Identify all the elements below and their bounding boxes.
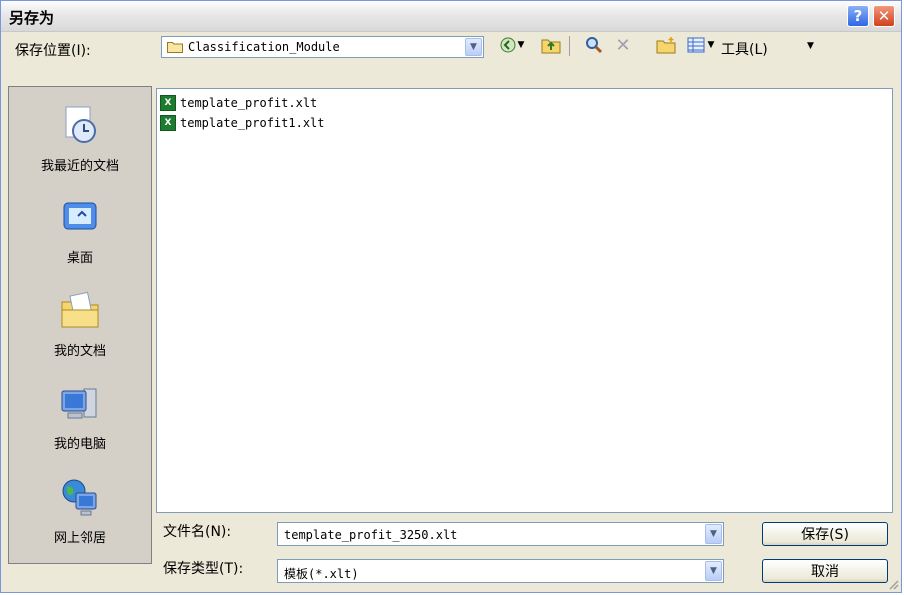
place-label: 我最近的文档 bbox=[40, 159, 119, 174]
tools-menu[interactable]: 工具(L) bbox=[721, 39, 768, 59]
place-label: 我的电脑 bbox=[53, 437, 106, 452]
place-network[interactable]: 网上邻居 bbox=[9, 469, 151, 559]
filename-input[interactable]: template_profit_3250.xlt bbox=[284, 528, 457, 542]
place-desktop[interactable]: 桌面 bbox=[9, 189, 151, 279]
file-item[interactable]: X template_profit1.xlt bbox=[160, 114, 325, 132]
place-label: 网上邻居 bbox=[53, 531, 106, 546]
file-name: template_profit.xlt bbox=[180, 96, 318, 110]
close-button[interactable]: ✕ bbox=[873, 5, 895, 27]
title-bar[interactable]: 另存为 ? ✕ bbox=[1, 1, 901, 32]
filename-combo[interactable]: template_profit_3250.xlt ▼ bbox=[277, 522, 724, 546]
toolbar-divider bbox=[569, 36, 570, 56]
places-bar: 我最近的文档 桌面 我的文档 我的电脑 网上邻居 bbox=[8, 86, 152, 564]
save-location-combo[interactable]: Classification_Module ▼ bbox=[161, 36, 484, 58]
place-my-computer[interactable]: 我的电脑 bbox=[9, 375, 151, 465]
filename-label: 文件名(N): bbox=[163, 524, 232, 540]
recent-documents-icon bbox=[65, 106, 96, 143]
chevron-down-icon[interactable]: ▼ bbox=[465, 38, 482, 56]
search-web-icon[interactable] bbox=[584, 35, 604, 55]
place-label: 我的文档 bbox=[53, 344, 106, 359]
file-item[interactable]: X template_profit.xlt bbox=[160, 94, 317, 112]
views-icon[interactable] bbox=[686, 35, 706, 55]
back-icon[interactable] bbox=[498, 35, 518, 55]
back-dropdown-icon[interactable]: ▼ bbox=[516, 35, 526, 55]
filetype-label: 保存类型(T): bbox=[163, 561, 244, 577]
views-dropdown-icon[interactable]: ▼ bbox=[706, 35, 716, 55]
my-documents-icon bbox=[61, 291, 99, 328]
place-label: 桌面 bbox=[66, 251, 93, 266]
desktop-icon bbox=[63, 202, 97, 230]
tools-dropdown-icon[interactable]: ▼ bbox=[807, 41, 814, 51]
save-location-label: 保存位置(I): bbox=[15, 43, 91, 59]
file-name: template_profit1.xlt bbox=[180, 116, 325, 130]
file-list[interactable]: X template_profit.xlt X template_profit1… bbox=[156, 88, 893, 513]
place-recent-documents[interactable]: 我最近的文档 bbox=[9, 97, 151, 187]
chevron-down-icon[interactable]: ▼ bbox=[705, 561, 722, 581]
up-folder-icon[interactable] bbox=[541, 35, 561, 55]
excel-file-icon: X bbox=[160, 95, 176, 111]
chevron-down-icon[interactable]: ▼ bbox=[705, 524, 722, 544]
network-places-icon bbox=[62, 479, 97, 516]
window-title: 另存为 bbox=[9, 9, 55, 27]
my-computer-icon bbox=[61, 388, 97, 419]
delete-icon[interactable]: ✕ bbox=[613, 35, 633, 56]
new-folder-icon[interactable] bbox=[656, 35, 676, 55]
excel-file-icon: X bbox=[160, 115, 176, 131]
filetype-value: 模板(*.xlt) bbox=[284, 567, 359, 581]
save-button[interactable]: 保存(S) bbox=[762, 522, 888, 546]
save-location-value: Classification_Module bbox=[188, 40, 340, 54]
cancel-button[interactable]: 取消 bbox=[762, 559, 888, 583]
folder-icon bbox=[167, 42, 183, 53]
help-button[interactable]: ? bbox=[847, 5, 869, 27]
filetype-select[interactable]: 模板(*.xlt) ▼ bbox=[277, 559, 724, 583]
save-as-dialog: 另存为 ? ✕ 保存位置(I): Classification_Module ▼… bbox=[0, 0, 902, 593]
place-my-documents[interactable]: 我的文档 bbox=[9, 282, 151, 372]
resize-grip-icon[interactable] bbox=[887, 578, 899, 590]
